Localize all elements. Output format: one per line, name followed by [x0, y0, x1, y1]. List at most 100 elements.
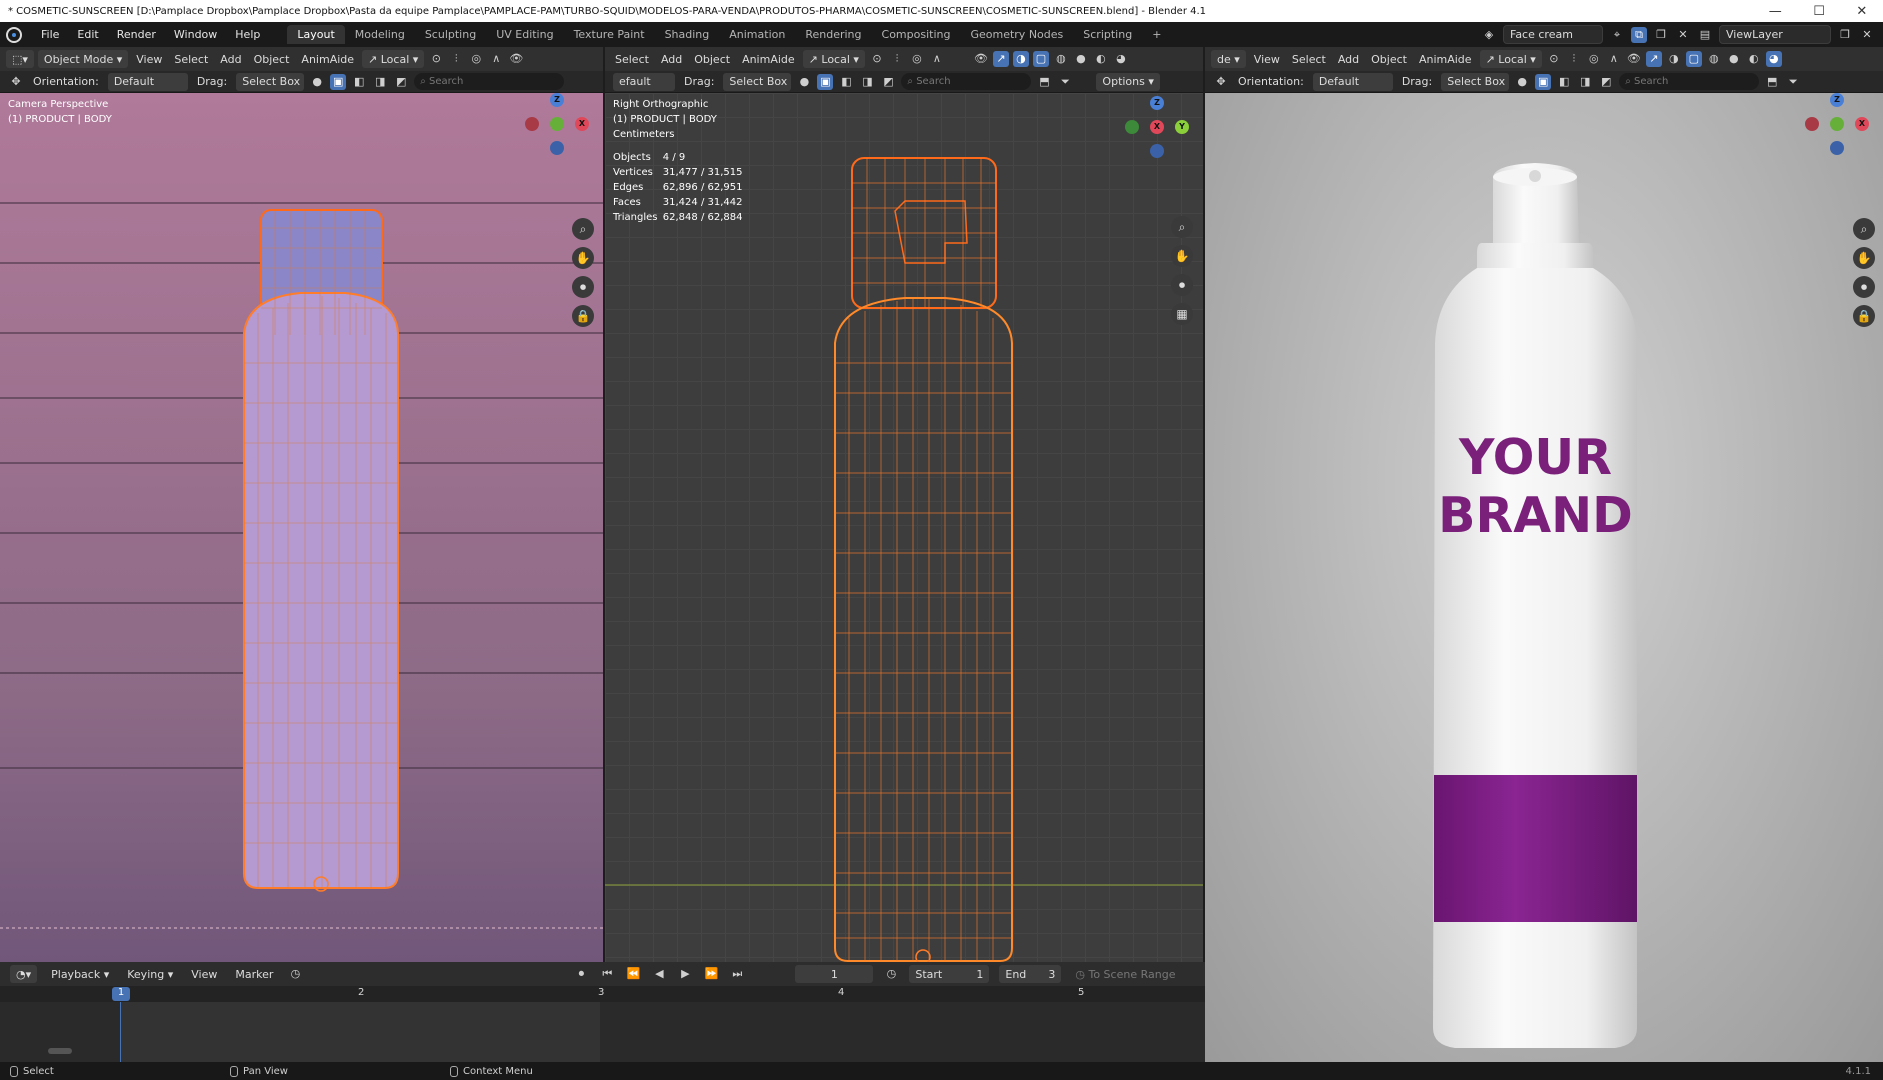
select-subtract-icon[interactable]: ◨ — [859, 74, 875, 90]
minimize-button[interactable]: — — [1769, 4, 1782, 19]
lock-icon[interactable]: 🔒 — [1853, 305, 1875, 327]
axis-z-icon[interactable]: Z — [1150, 96, 1164, 110]
pan-hand-icon[interactable]: ✋ — [1171, 245, 1193, 267]
select-subtract-icon[interactable]: ◨ — [372, 74, 388, 90]
close-button[interactable]: ✕ — [1856, 4, 1867, 19]
menu-help[interactable]: Help — [226, 28, 269, 41]
visibility-icon[interactable]: 👁 — [973, 51, 989, 67]
axis-z-icon[interactable]: Z — [1830, 93, 1844, 107]
bookmark-icon[interactable]: ⬒ — [1764, 74, 1780, 90]
mode-selector[interactable]: de ▾ — [1211, 50, 1246, 68]
tab-rendering[interactable]: Rendering — [795, 25, 871, 44]
bookmark-icon[interactable]: ⬒ — [1036, 74, 1052, 90]
scene-selector[interactable]: Face cream — [1503, 25, 1603, 44]
menu-marker[interactable]: Marker — [231, 968, 277, 981]
menu-view[interactable]: View — [187, 968, 221, 981]
menu-edit[interactable]: Edit — [68, 28, 107, 41]
material-shading-icon[interactable]: ◐ — [1746, 51, 1762, 67]
falloff-icon[interactable]: ∧ — [929, 51, 945, 67]
pan-hand-icon[interactable]: ✋ — [572, 247, 594, 269]
lock-icon[interactable]: 🔒 — [572, 305, 594, 327]
end-frame-field[interactable]: End 3 — [999, 965, 1062, 983]
transform-orientation[interactable]: ↗ Local ▾ — [802, 50, 865, 68]
move-tool-icon[interactable]: ✥ — [8, 74, 24, 90]
jump-start-icon[interactable]: ⏮ — [599, 966, 615, 982]
auto-key-icon[interactable]: ◷ — [287, 966, 303, 982]
tab-texture-paint[interactable]: Texture Paint — [564, 25, 655, 44]
viewport-orthographic[interactable]: Select Add Object AnimAide ↗ Local ▾ ⊙ ⫶… — [605, 47, 1203, 962]
filter-icon[interactable]: ⏷ — [1785, 74, 1801, 90]
tab-shading[interactable]: Shading — [655, 25, 720, 44]
tab-sculpting[interactable]: Sculpting — [415, 25, 486, 44]
viewport-canvas[interactable]: YOUR BRAND Z X ⌕ ✋ ⏺ 🔒 — [1205, 93, 1883, 1062]
scene-icon[interactable]: ◈ — [1481, 27, 1497, 43]
camera-icon[interactable]: ⏺ — [1171, 274, 1193, 296]
search-input[interactable]: ⌕ Search — [414, 73, 565, 90]
play-icon[interactable]: ▶ — [677, 966, 693, 982]
navigation-gizmo[interactable]: Z X Y — [1125, 96, 1189, 160]
viewlayer-icon[interactable]: ▤ — [1697, 27, 1713, 43]
delete-scene-icon[interactable]: ✕ — [1675, 27, 1691, 43]
menu-object[interactable]: Object — [1367, 53, 1411, 66]
menu-animaide[interactable]: AnimAide — [738, 53, 799, 66]
snap-icon[interactable]: ⫶ — [889, 51, 905, 67]
tab-animation[interactable]: Animation — [719, 25, 795, 44]
falloff-icon[interactable]: ∧ — [488, 51, 504, 67]
tab-modeling[interactable]: Modeling — [345, 25, 415, 44]
menu-object[interactable]: Object — [690, 53, 734, 66]
menu-file[interactable]: File — [32, 28, 68, 41]
select-subtract-icon[interactable]: ◨ — [1577, 74, 1593, 90]
axis-neg-z-icon[interactable] — [550, 141, 564, 155]
snap-icon[interactable]: ⫶ — [448, 51, 464, 67]
transform-orientation[interactable]: ↗ Local ▾ — [1479, 50, 1542, 68]
axis-neg-z-icon[interactable] — [1830, 141, 1844, 155]
orientation-dropdown[interactable]: Default — [107, 72, 188, 91]
editor-type-button[interactable]: ⬚▾ — [6, 50, 34, 68]
pivot-icon[interactable]: ⊙ — [869, 51, 885, 67]
add-workspace-button[interactable]: + — [1142, 25, 1171, 44]
prev-keyframe-icon[interactable]: ⏪ — [625, 966, 641, 982]
blender-logo-icon[interactable] — [6, 26, 22, 43]
axis-y-icon[interactable]: Y — [1175, 120, 1189, 134]
pivot-icon[interactable]: ⊙ — [428, 51, 444, 67]
clock-icon[interactable]: ◷ — [883, 966, 899, 982]
axis-x-icon[interactable]: X — [1855, 117, 1869, 131]
filter-icon[interactable]: ⏷ — [1057, 74, 1073, 90]
axis-neg-z-icon[interactable] — [1150, 144, 1164, 158]
search-input[interactable]: ⌕ Search — [901, 73, 1032, 90]
play-reverse-icon[interactable]: ◀ — [651, 966, 667, 982]
timeline-editor[interactable]: ◔▾ Playback ▾ Keying ▾ View Marker ◷ ⏺ ⏮… — [0, 962, 1205, 1062]
select-invert-icon[interactable]: ◩ — [393, 74, 409, 90]
shading-color-icon[interactable]: ● — [796, 74, 812, 90]
menu-object[interactable]: Object — [250, 53, 294, 66]
menu-render[interactable]: Render — [108, 28, 165, 41]
grid-icon[interactable]: ▦ — [1171, 303, 1193, 325]
tab-geometry-nodes[interactable]: Geometry Nodes — [960, 25, 1073, 44]
navigation-gizmo[interactable]: Z X — [1805, 93, 1869, 157]
proportional-icon[interactable]: ◎ — [468, 51, 484, 67]
timeline-scrollbar[interactable] — [48, 1048, 72, 1054]
shading-color-icon[interactable]: ● — [1514, 74, 1530, 90]
start-frame-field[interactable]: Start 1 — [909, 965, 990, 983]
zoom-icon[interactable]: ⌕ — [572, 218, 594, 240]
solid-shading-icon[interactable]: ● — [1073, 51, 1089, 67]
viewport-canvas[interactable]: Right Orthographic (1) PRODUCT | BODY Ce… — [605, 93, 1203, 962]
menu-animaide[interactable]: AnimAide — [297, 53, 358, 66]
camera-icon[interactable]: ⏺ — [572, 276, 594, 298]
pin-icon[interactable]: ⌖ — [1609, 27, 1625, 43]
pivot-icon[interactable]: ⊙ — [1546, 51, 1562, 67]
record-icon[interactable]: ⏺ — [573, 966, 589, 982]
editor-type-button[interactable]: ◔▾ — [10, 965, 38, 983]
viewport-camera[interactable]: ⬚▾ Object Mode ▾ View Select Add Object … — [0, 47, 603, 962]
solid-shading-icon[interactable]: ● — [1726, 51, 1742, 67]
render-shading-icon[interactable]: ◕ — [1113, 51, 1129, 67]
new-scene-icon[interactable]: ❐ — [1653, 27, 1669, 43]
viewlayer-selector[interactable]: ViewLayer — [1719, 25, 1831, 44]
axis-x-icon[interactable]: X — [1150, 120, 1164, 134]
delete-viewlayer-icon[interactable]: ✕ — [1859, 27, 1875, 43]
falloff-icon[interactable]: ∧ — [1606, 51, 1622, 67]
select-invert-icon[interactable]: ◩ — [880, 74, 896, 90]
xray-toggle-icon[interactable]: ▢ — [1685, 51, 1702, 67]
axis-neg-x-icon[interactable] — [1805, 117, 1819, 131]
axis-neg-y-icon[interactable] — [1125, 120, 1139, 134]
